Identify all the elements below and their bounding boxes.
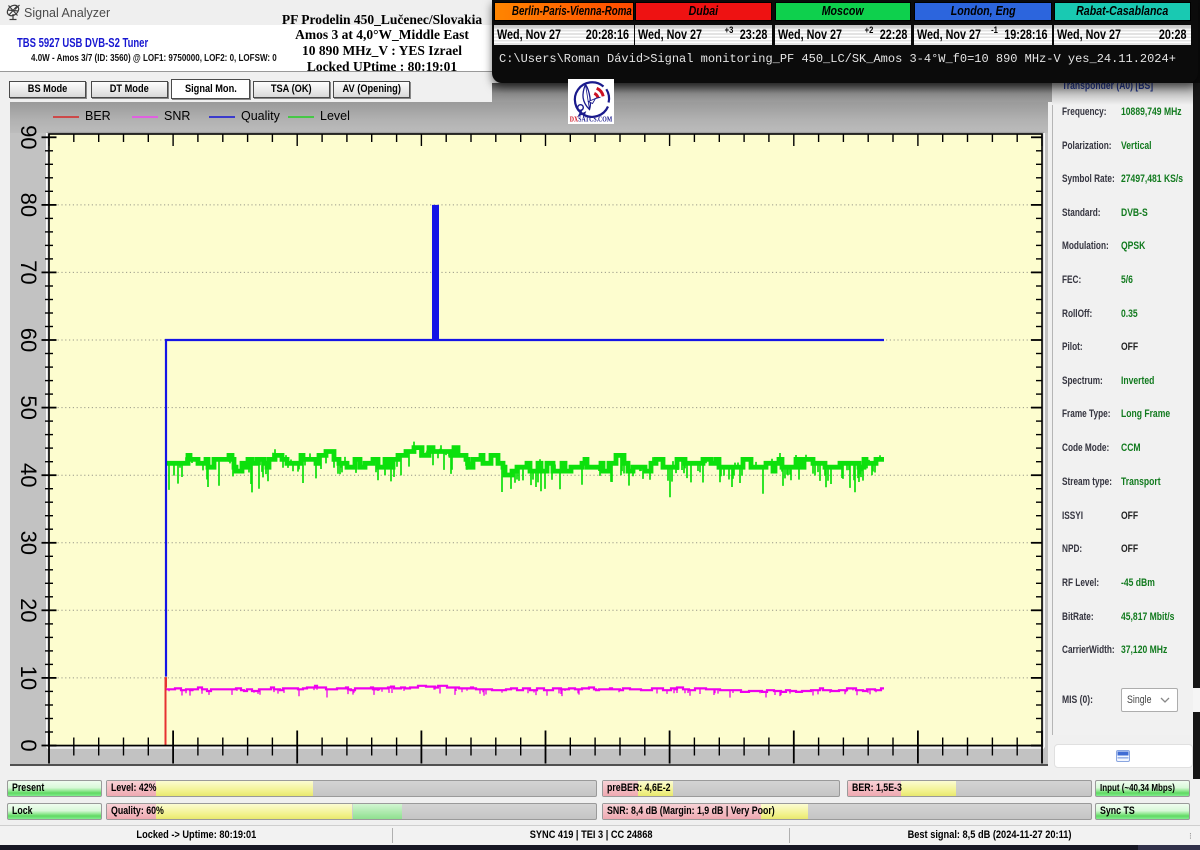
svg-text:90: 90 (16, 125, 41, 149)
svg-text:50: 50 (16, 395, 41, 419)
svg-text:0: 0 (16, 739, 41, 751)
svg-text:20: 20 (16, 598, 41, 622)
svg-text:DXSATCS.COM: DXSATCS.COM (570, 115, 613, 123)
svg-text:30: 30 (16, 531, 41, 555)
svg-text:80: 80 (16, 193, 41, 217)
svg-text:60: 60 (16, 328, 41, 352)
svg-text:70: 70 (16, 260, 41, 284)
svg-text:10: 10 (16, 666, 41, 690)
svg-text:40: 40 (16, 463, 41, 487)
